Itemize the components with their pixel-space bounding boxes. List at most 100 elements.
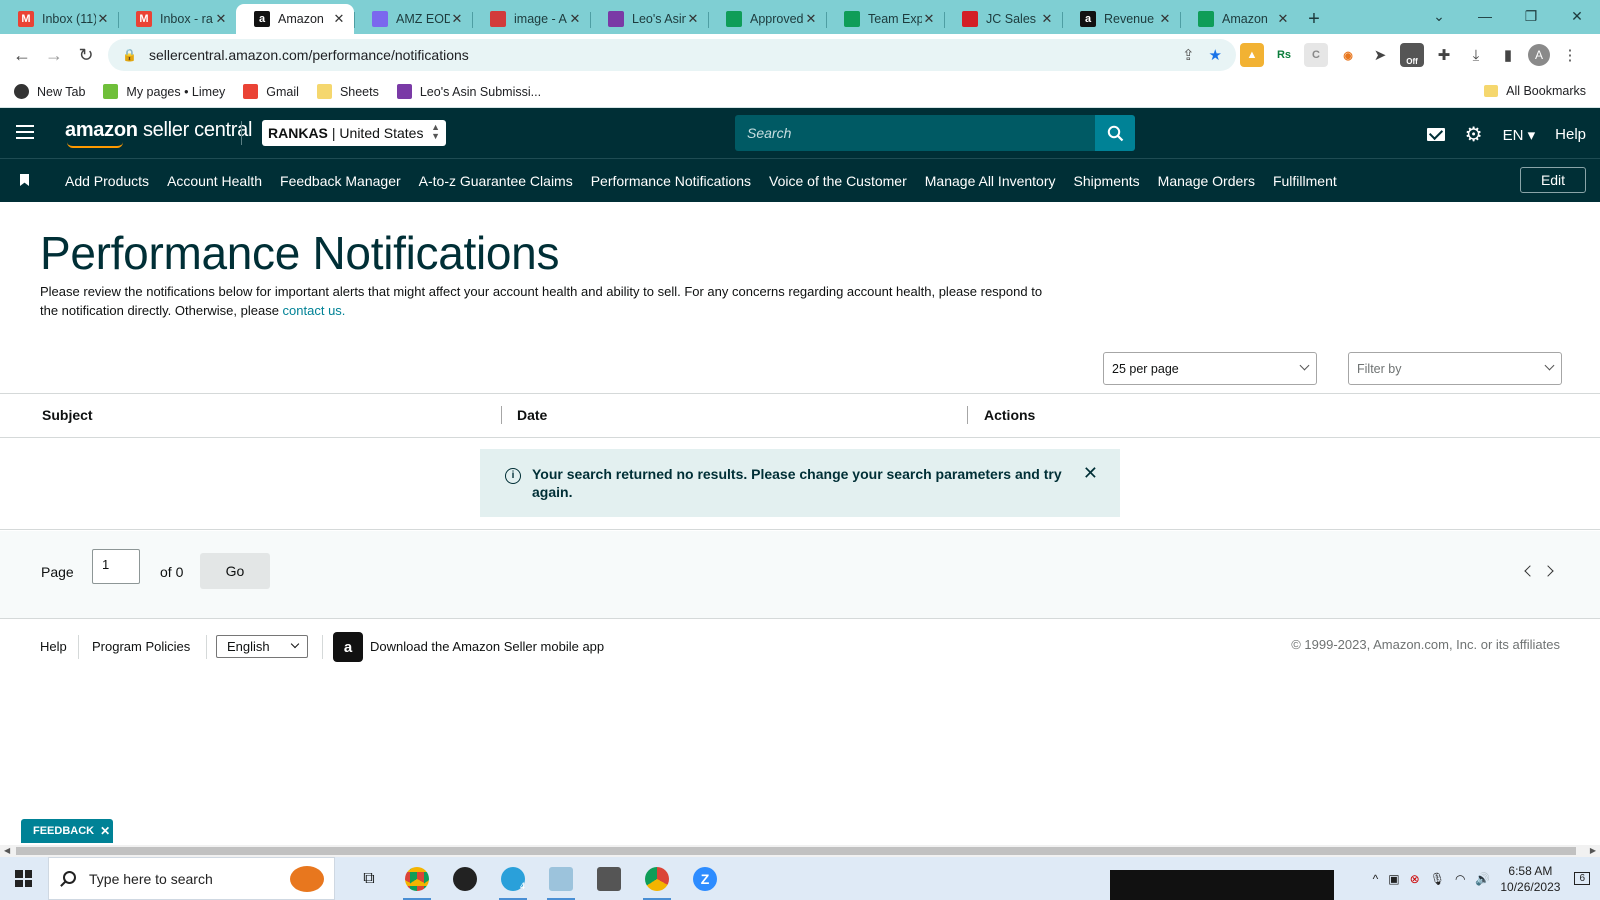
chrome-taskbar-icon[interactable] — [393, 857, 441, 900]
browser-tab[interactable]: a Revenue ✕ — [1062, 4, 1180, 34]
search-button[interactable] — [1095, 115, 1135, 151]
scroll-left-icon[interactable]: ◀ — [4, 846, 10, 855]
nav-link-a-to-z-guarantee-claims[interactable]: A-to-z Guarantee Claims — [419, 173, 573, 189]
bookmark-icon[interactable] — [20, 174, 29, 186]
close-tab-icon[interactable]: ✕ — [568, 11, 582, 27]
close-tab-icon[interactable]: ✕ — [922, 11, 936, 27]
per-page-select[interactable]: 25 per page — [1103, 352, 1317, 385]
browser-tab[interactable]: a Amazon ✕ — [236, 4, 354, 34]
scroll-right-icon[interactable]: ▶ — [1590, 846, 1596, 855]
zoom-taskbar-icon[interactable]: Z — [681, 857, 729, 900]
column-date[interactable]: Date — [517, 407, 547, 423]
column-subject[interactable]: Subject — [42, 407, 93, 423]
nav-link-manage-all-inventory[interactable]: Manage All Inventory — [925, 173, 1056, 189]
nav-link-performance-notifications[interactable]: Performance Notifications — [591, 173, 751, 189]
extension-helium-icon[interactable]: ▲ — [1240, 43, 1264, 67]
close-tab-icon[interactable]: ✕ — [1158, 11, 1172, 27]
extension-arrow-icon[interactable]: ➤ — [1368, 43, 1392, 67]
browser-tab[interactable]: M Inbox - ra ✕ — [118, 4, 236, 34]
browser-tab[interactable]: AMZ EOD ✕ — [354, 4, 472, 34]
language-select[interactable]: English — [216, 635, 308, 658]
account-picker[interactable]: RANKAS | United States ▲ ▼ — [262, 120, 446, 146]
files-taskbar-icon[interactable] — [537, 857, 585, 900]
windows-start-icon[interactable] — [15, 870, 32, 887]
mail-icon[interactable] — [1426, 128, 1445, 141]
calculator-taskbar-icon[interactable] — [585, 857, 633, 900]
profile-avatar[interactable]: A — [1528, 44, 1550, 66]
bookmark-item[interactable]: Gmail — [243, 84, 299, 99]
defender-icon[interactable]: ⊗ — [1410, 872, 1420, 886]
taskbar-search-input[interactable]: Type here to search — [48, 857, 335, 900]
nav-link-voice-of-the-customer[interactable]: Voice of the Customer — [769, 173, 907, 189]
filter-by-select[interactable]: Filter by — [1348, 352, 1562, 385]
bookmark-item[interactable]: Leo's Asin Submissi... — [396, 84, 541, 99]
chrome-profile-taskbar-icon[interactable] — [633, 857, 681, 900]
nav-link-manage-orders[interactable]: Manage Orders — [1158, 173, 1255, 189]
task-view-icon[interactable]: ⧉ — [345, 857, 393, 900]
close-tab-icon[interactable]: ✕ — [214, 11, 228, 27]
wifi-icon[interactable]: ◠ — [1455, 872, 1465, 886]
extension-orange-icon[interactable]: ◉ — [1336, 43, 1360, 67]
browser-tab[interactable]: Amazon ✕ — [1180, 4, 1298, 34]
amazon-app-icon[interactable]: a — [333, 632, 363, 662]
language-selector[interactable]: EN ▾ — [1503, 126, 1536, 144]
close-window-button[interactable]: ✕ — [1554, 8, 1600, 25]
close-tab-icon[interactable]: ✕ — [804, 11, 818, 27]
extension-c-icon[interactable]: C — [1304, 43, 1328, 67]
close-tab-icon[interactable]: ✕ — [450, 11, 464, 27]
close-tab-icon[interactable]: ✕ — [332, 11, 346, 27]
close-icon[interactable]: ✕ — [1083, 464, 1098, 482]
extensions-puzzle-icon[interactable]: ✚ — [1432, 43, 1456, 67]
download-icon[interactable]: ⤓ — [1464, 43, 1488, 67]
nav-link-fulfillment[interactable]: Fulfillment — [1273, 173, 1337, 189]
nav-link-shipments[interactable]: Shipments — [1074, 173, 1140, 189]
feedback-button[interactable]: FEEDBACK ✕ — [21, 819, 113, 843]
program-policies-link[interactable]: Program Policies — [92, 639, 190, 654]
reload-icon[interactable]: ↻ — [70, 45, 102, 66]
nav-link-add-products[interactable]: Add Products — [65, 173, 149, 189]
browser-tab[interactable]: image - A ✕ — [472, 4, 590, 34]
next-page-icon[interactable] — [1542, 565, 1554, 577]
browser-tab[interactable]: Team Exp ✕ — [826, 4, 944, 34]
footer-help-link[interactable]: Help — [40, 639, 67, 654]
notification-center-icon[interactable]: 6 — [1574, 872, 1590, 885]
bookmark-item[interactable]: New Tab — [14, 84, 85, 99]
address-bar[interactable]: 🔒 sellercentral.amazon.com/performance/n… — [108, 39, 1236, 71]
download-app-link[interactable]: Download the Amazon Seller mobile app — [370, 639, 604, 654]
prev-page-icon[interactable] — [1524, 565, 1536, 577]
horizontal-scrollbar[interactable]: ◀ ▶ — [0, 845, 1600, 857]
side-panel-icon[interactable]: ▮ — [1496, 43, 1520, 67]
nav-link-feedback-manager[interactable]: Feedback Manager — [280, 173, 401, 189]
volume-icon[interactable]: 🔊 — [1475, 872, 1490, 886]
close-tab-icon[interactable]: ✕ — [686, 11, 700, 27]
search-input[interactable]: Search — [735, 115, 1095, 151]
meet-icon[interactable]: ▣ — [1388, 872, 1399, 886]
seller-central-logo[interactable]: amazon seller central — [65, 119, 252, 148]
gear-icon[interactable]: ⚙ — [1465, 122, 1483, 147]
forward-icon[interactable]: → — [38, 45, 70, 66]
close-tab-icon[interactable]: ✕ — [1040, 11, 1054, 27]
share-icon[interactable]: ⇪ — [1182, 46, 1195, 64]
browser-tab[interactable]: Approved ✕ — [708, 4, 826, 34]
help-link[interactable]: Help — [1555, 126, 1586, 143]
minimize-button[interactable]: — — [1462, 8, 1508, 24]
tab-search-icon[interactable]: ⌄ — [1416, 8, 1462, 25]
taskbar-clock[interactable]: 6:58 AM 10/26/2023 — [1500, 863, 1560, 895]
bookmark-star-icon[interactable]: ★ — [1209, 46, 1222, 64]
browser-tab[interactable]: Leo's Asin ✕ — [590, 4, 708, 34]
microphone-icon[interactable]: 🎙 — [1430, 872, 1445, 886]
chrome-menu-icon[interactable]: ⋮ — [1558, 43, 1582, 67]
hamburger-menu-icon[interactable] — [16, 125, 34, 143]
browser-tab[interactable]: JC Sales ✕ — [944, 4, 1062, 34]
go-button[interactable]: Go — [200, 553, 270, 589]
nav-link-account-health[interactable]: Account Health — [167, 173, 262, 189]
bookmark-item[interactable]: Sheets — [316, 84, 379, 99]
browser-tab[interactable]: M Inbox (11) ✕ — [0, 4, 118, 34]
scrollbar-thumb[interactable] — [16, 847, 1576, 855]
extension-off-icon[interactable]: Off — [1400, 43, 1424, 67]
close-tab-icon[interactable]: ✕ — [96, 11, 110, 27]
back-icon[interactable]: ← — [6, 45, 38, 66]
tray-overflow-icon[interactable]: ^ — [1373, 872, 1379, 886]
obs-taskbar-icon[interactable] — [441, 857, 489, 900]
edit-nav-button[interactable]: Edit — [1520, 167, 1586, 193]
